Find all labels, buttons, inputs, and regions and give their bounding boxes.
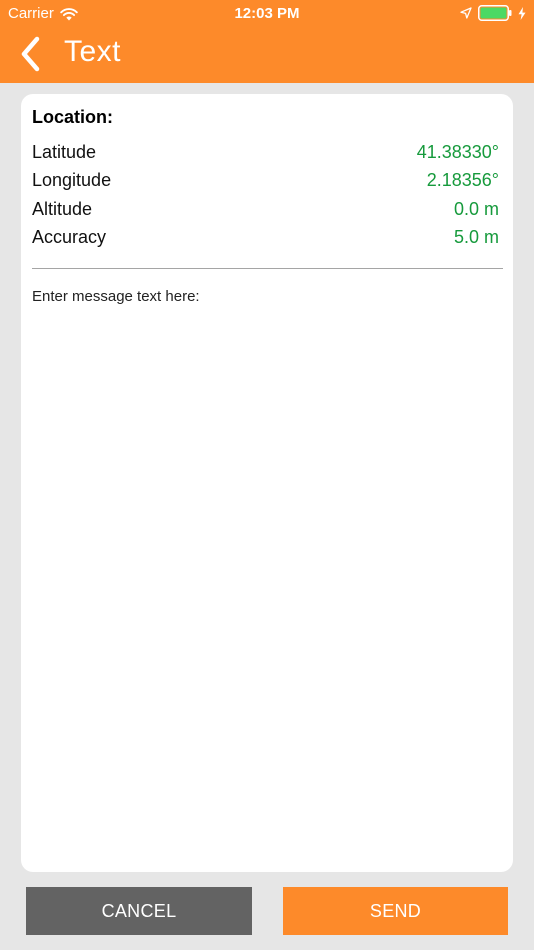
location-details: Latitude 41.38330° Longitude 2.18356° Al…: [32, 138, 499, 252]
accuracy-value: 5.0 m: [453, 227, 499, 248]
message-text-input[interactable]: [29, 286, 509, 860]
location-row-altitude: Altitude 0.0 m: [32, 195, 499, 224]
location-row-accuracy: Accuracy 5.0 m: [32, 224, 499, 253]
latitude-value: 41.38330°: [416, 141, 499, 162]
longitude-label: Longitude: [32, 170, 112, 191]
location-heading: Location:: [32, 107, 113, 127]
altitude-value: 0.0 m: [453, 198, 499, 219]
page-title: Text: [64, 35, 122, 68]
latitude-label: Latitude: [32, 141, 97, 162]
longitude-value: 2.18356°: [426, 170, 499, 191]
section-divider: [32, 268, 503, 269]
status-right-group: [460, 5, 526, 21]
altitude-label: Altitude: [32, 198, 93, 219]
status-bar: Carrier 12:03 PM: [0, 0, 534, 28]
location-row-longitude: Longitude 2.18356°: [32, 167, 499, 196]
app-header: Carrier 12:03 PM Text: [0, 0, 534, 83]
location-arrow-icon: [460, 7, 472, 19]
location-row-latitude: Latitude 41.38330°: [32, 138, 499, 167]
message-card: Location: Latitude 41.38330° Longitude 2…: [21, 94, 513, 872]
chevron-left-icon: [21, 36, 40, 72]
send-button[interactable]: SEND: [283, 887, 508, 935]
cancel-button[interactable]: CANCEL: [26, 887, 252, 935]
accuracy-label: Accuracy: [32, 227, 107, 248]
back-button[interactable]: [12, 34, 48, 74]
charging-bolt-icon: [518, 6, 526, 20]
navigation-bar: Text: [0, 28, 534, 83]
battery-icon: [478, 5, 512, 21]
status-time: 12:03 PM: [234, 5, 300, 22]
